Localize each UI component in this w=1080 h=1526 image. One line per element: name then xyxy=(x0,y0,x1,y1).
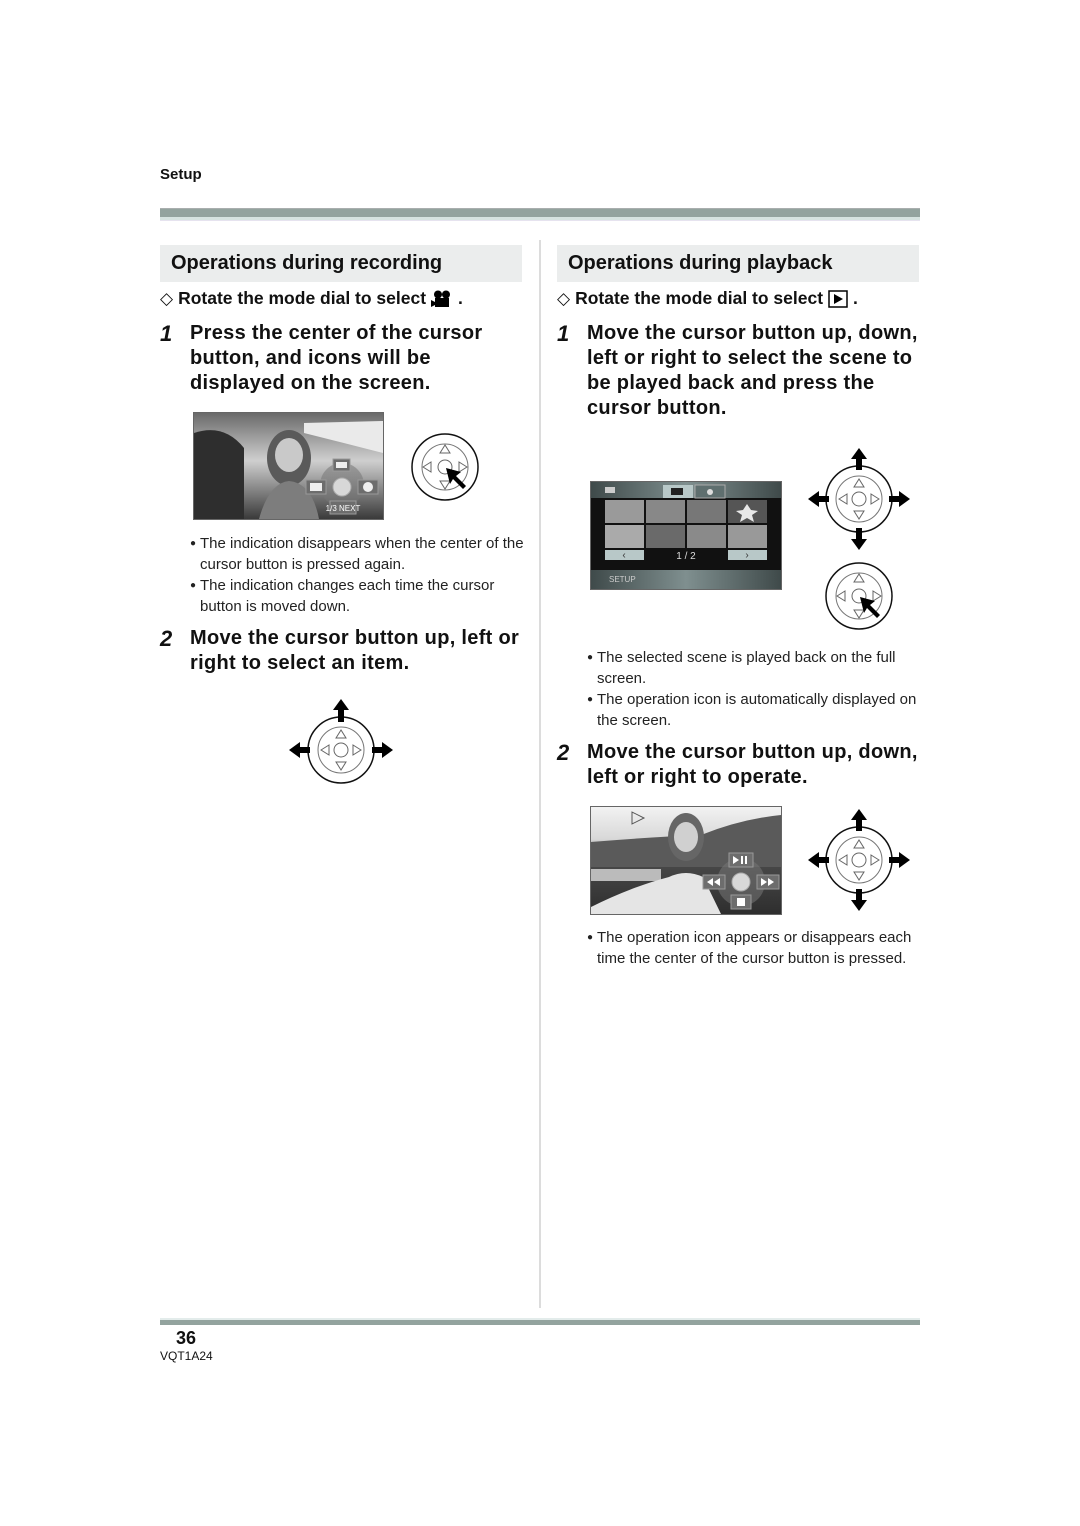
svg-text:›: › xyxy=(745,550,748,561)
page-indicator: 1 / 2 xyxy=(676,551,696,562)
bottom-rule xyxy=(160,1318,920,1325)
cursor-4way-diagram xyxy=(808,448,910,550)
playback-step-1: 1 Move the cursor button up, down, left … xyxy=(557,321,918,419)
center-button xyxy=(332,477,352,497)
recording-prereq: ◇ Rotate the mode dial to select . xyxy=(160,288,463,308)
recording-notes-1: ● The indication disappears when the cent… xyxy=(190,535,524,615)
cursor-press-diagram xyxy=(411,433,479,501)
cursor-press-diagram-2 xyxy=(825,562,893,630)
playback-prereq: ◇ Rotate the mode dial to select . xyxy=(557,288,858,308)
bullet-icon: ● xyxy=(587,694,594,705)
playback-column: Operations during playback ◇ Rotate the … xyxy=(557,245,919,421)
document-code: VQT1A24 xyxy=(160,1349,213,1363)
bullet-icon: ● xyxy=(190,538,197,549)
playback-heading: Operations during playback xyxy=(557,245,919,282)
center-button xyxy=(731,872,751,892)
top-rule xyxy=(160,208,920,221)
bullet-icon: ● xyxy=(587,652,594,663)
cursor-up-left-right-diagram xyxy=(289,699,393,784)
thumbnail-screen-image: ‹ › 1 / 2 SETUP xyxy=(590,481,782,590)
video-camera-icon xyxy=(431,290,451,307)
playback-step-2: 2 Move the cursor button up, down, left … xyxy=(557,740,918,788)
column-divider xyxy=(539,240,541,1308)
svg-text:‹: ‹ xyxy=(622,550,625,561)
diamond-icon: ◇ xyxy=(557,288,571,308)
recording-column: Operations during recording ◇ Rotate the… xyxy=(160,245,522,396)
cursor-4way-diagram-2 xyxy=(808,809,910,911)
diamond-icon: ◇ xyxy=(160,288,174,308)
playback-notes-1: ● The selected scene is played back on th… xyxy=(587,649,917,729)
recording-heading: Operations during recording xyxy=(160,245,522,282)
recording-step-2: 2 Move the cursor button up, left or rig… xyxy=(160,626,520,674)
bullet-icon: ● xyxy=(587,932,594,943)
play-mode-icon xyxy=(828,289,848,308)
pointer-arrow-icon xyxy=(860,597,880,618)
playback-notes-2: ● The operation icon appears or disappear… xyxy=(587,929,912,967)
section-label: Setup xyxy=(160,166,202,183)
page-number: 36 xyxy=(176,1328,197,1348)
pointer-arrow-icon xyxy=(446,468,466,489)
playback-screen-image xyxy=(590,806,782,915)
bullet-icon: ● xyxy=(190,580,197,591)
setup-label: SETUP xyxy=(609,575,636,584)
menu-page-label: 1/3 NEXT xyxy=(326,504,361,513)
recording-step-1: 1 Press the center of the cursor button,… xyxy=(160,321,483,394)
recording-screen-image: 1/3 NEXT xyxy=(193,412,384,520)
